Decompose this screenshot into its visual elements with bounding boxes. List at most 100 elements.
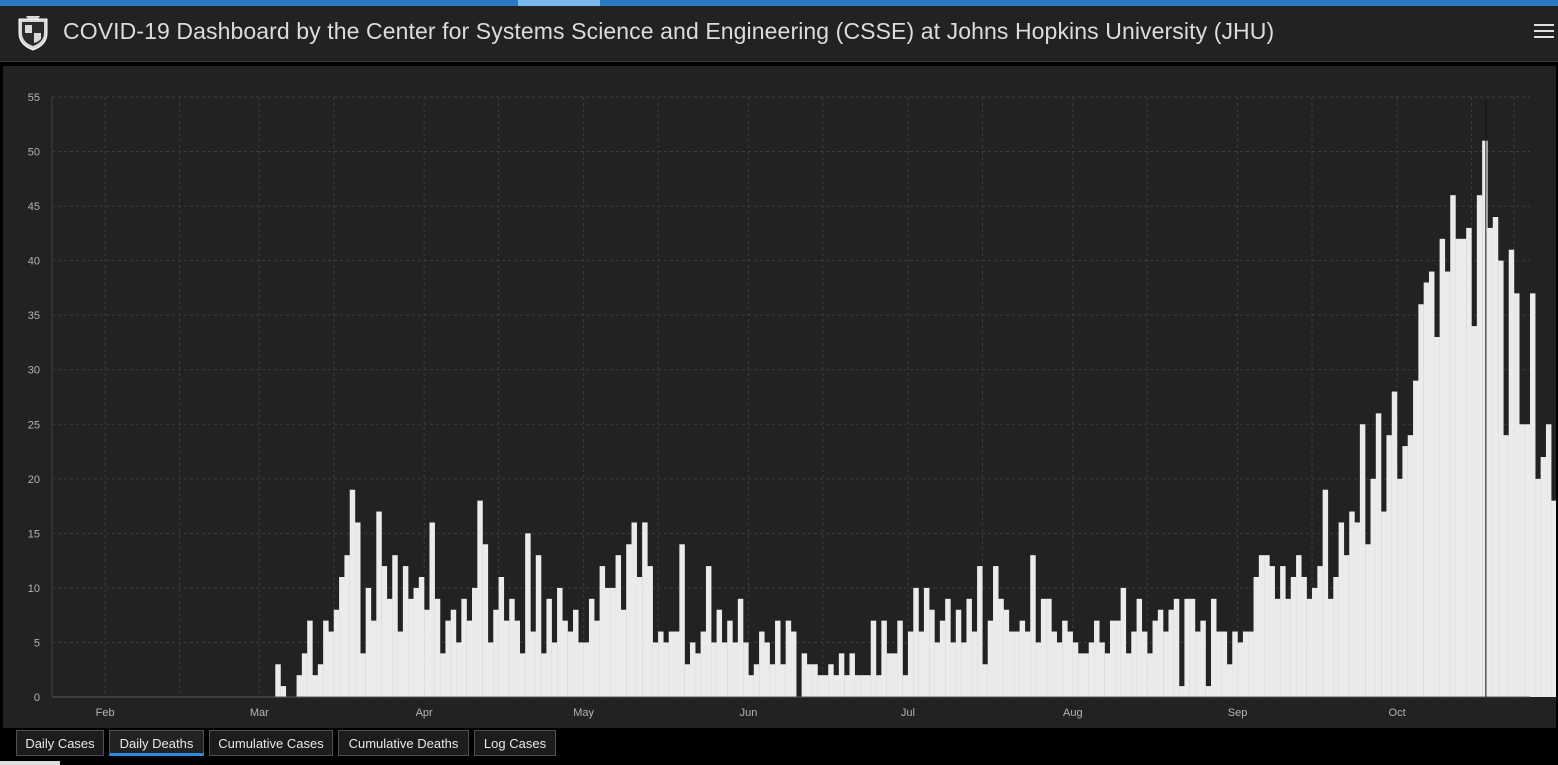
- bar: [296, 675, 303, 697]
- bar: [440, 653, 446, 697]
- bar: [360, 653, 366, 697]
- bar: [620, 609, 627, 697]
- bar: [1503, 435, 1509, 697]
- bar: [1104, 653, 1111, 697]
- bar: [445, 620, 451, 697]
- tab-log-cases[interactable]: Log Cases: [474, 730, 556, 756]
- bar: [1540, 457, 1547, 697]
- bar: [753, 664, 760, 697]
- bar: [1482, 140, 1488, 697]
- bar: [1545, 424, 1552, 697]
- bar: [333, 609, 340, 697]
- bar: [1418, 304, 1424, 697]
- bar: [493, 609, 499, 697]
- bar: [562, 620, 568, 697]
- bar: [1322, 489, 1329, 697]
- bar: [615, 555, 622, 697]
- menu-line: [1534, 36, 1554, 38]
- bar: [870, 620, 877, 697]
- bar: [514, 620, 521, 697]
- y-tick-label: 25: [28, 419, 40, 431]
- bar: [418, 577, 425, 697]
- bar: [1141, 631, 1148, 697]
- bar: [1386, 435, 1392, 697]
- bar: [594, 620, 600, 697]
- bar: [578, 642, 584, 697]
- bar: [785, 620, 792, 697]
- bar: [386, 598, 393, 697]
- bar: [408, 598, 414, 697]
- bar: [711, 642, 717, 697]
- bar: [472, 587, 478, 697]
- x-tick-label: Oct: [1389, 707, 1406, 719]
- bar: [838, 653, 845, 697]
- bar: [1072, 642, 1079, 697]
- bar: [1152, 620, 1158, 697]
- bar: [1211, 598, 1217, 697]
- bar: [1163, 631, 1169, 697]
- bar: [966, 598, 972, 697]
- bar: [1173, 598, 1180, 697]
- bar: [1290, 577, 1297, 697]
- bar: [1184, 598, 1190, 697]
- bar: [519, 653, 526, 697]
- tab-cumulative-cases[interactable]: Cumulative Cases: [209, 730, 333, 756]
- bar: [674, 631, 680, 697]
- bar: [700, 631, 707, 697]
- bar: [775, 620, 781, 697]
- bar: [1024, 631, 1031, 697]
- bar: [1551, 500, 1556, 697]
- bar: [1274, 598, 1281, 697]
- bar: [503, 620, 510, 697]
- bar: [1397, 478, 1403, 697]
- bar: [1269, 566, 1275, 697]
- bar: [1237, 642, 1244, 697]
- bar: [1131, 631, 1137, 697]
- bar: [1226, 664, 1233, 697]
- bar: [987, 620, 994, 697]
- bar: [1221, 631, 1228, 697]
- bar: [1423, 282, 1430, 697]
- bar: [1147, 653, 1153, 697]
- bar: [1078, 653, 1084, 697]
- bar: [1354, 522, 1361, 697]
- bar: [732, 642, 738, 697]
- bar: [961, 642, 967, 697]
- bar: [1296, 555, 1302, 697]
- bar: [876, 675, 882, 697]
- bar: [413, 587, 419, 697]
- bar: [323, 620, 329, 697]
- y-tick-label: 45: [28, 201, 40, 213]
- tab-daily-deaths[interactable]: Daily Deaths: [109, 730, 204, 756]
- bar: [950, 642, 956, 697]
- bar: [806, 664, 813, 697]
- bar: [647, 566, 653, 697]
- bar: [275, 664, 281, 697]
- bar: [860, 675, 866, 697]
- app-header: COVID-19 Dashboard by the Center for Sys…: [0, 6, 1558, 62]
- hamburger-menu-icon[interactable]: [1534, 21, 1554, 41]
- tab-cumulative-deaths[interactable]: Cumulative Deaths: [338, 730, 469, 756]
- bar: [328, 631, 334, 697]
- bar: [1413, 380, 1419, 697]
- bar: [1444, 271, 1451, 697]
- bar: [897, 620, 903, 697]
- bar: [573, 609, 579, 697]
- bar: [530, 631, 536, 697]
- bar: [1094, 620, 1100, 697]
- bar: [1370, 478, 1376, 697]
- bar: [1530, 293, 1536, 697]
- bar: [487, 642, 494, 697]
- bar: [557, 587, 563, 697]
- bar: [1514, 293, 1520, 697]
- tab-daily-cases[interactable]: Daily Cases: [16, 730, 104, 756]
- bar: [1051, 631, 1057, 697]
- bar: [424, 609, 430, 697]
- bar: [1258, 555, 1265, 697]
- y-tick-label: 10: [28, 583, 40, 595]
- bar: [684, 664, 691, 697]
- bar: [743, 642, 749, 697]
- bar: [934, 642, 941, 697]
- bar: [1264, 555, 1270, 697]
- x-tick-label: May: [573, 707, 594, 719]
